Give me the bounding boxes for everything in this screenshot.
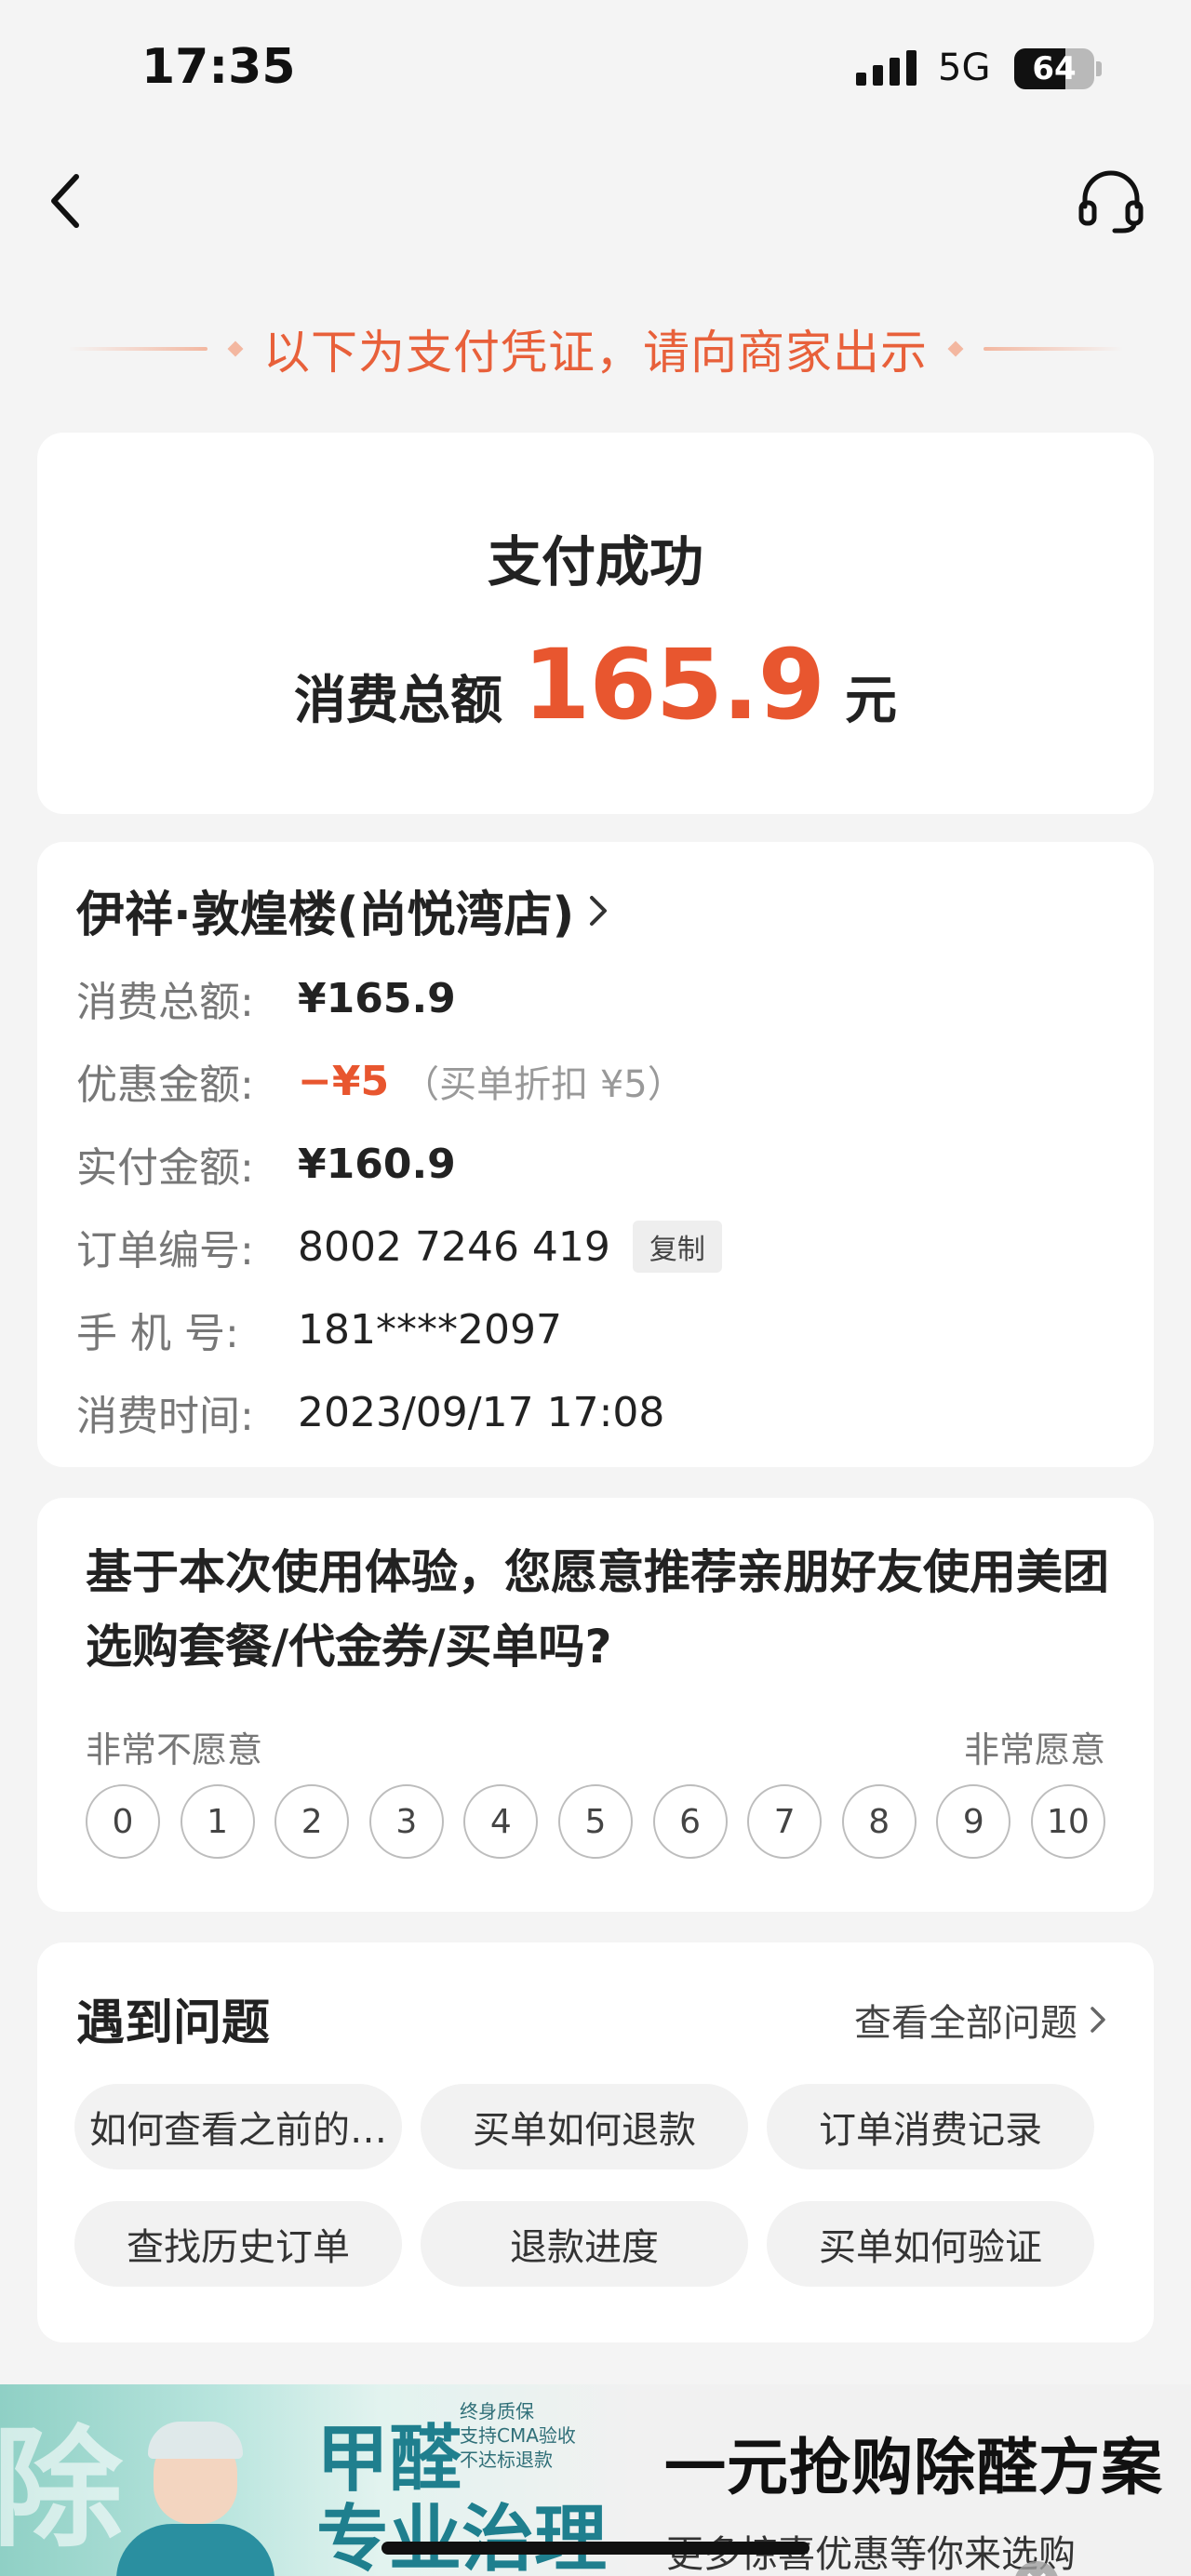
discount-note: （买单折扣 ¥5） [402,1063,685,1106]
headset-icon [1078,170,1144,234]
ad-background-character: 除 [0,2414,124,2566]
banner-diamond-left [227,340,244,357]
ad-person-illustration [116,2422,274,2576]
nps-high-label: 非常愿意 [963,1729,1105,1770]
shop-name-link[interactable]: 伊祥·敦煌楼(尚悦湾店) [76,875,609,945]
faq-card: 遇到问题 查看全部问题 如何查看之前的… 买单如何退款 订单消费记录 查找历史订… [37,1942,1154,2342]
status-time: 17:35 [141,39,296,95]
order-number: 8002 7246 419 [298,1222,610,1271]
nps-option[interactable]: 3 [368,1784,444,1859]
faq-chip[interactable]: 如何查看之前的… [74,2084,402,2169]
view-all-questions-link[interactable]: 查看全部问题 [854,1993,1107,2047]
info-row-paid: 实付金额: ¥160.9 [76,1134,456,1194]
voucher-banner: 以下为支付凭证，请向商家出示 [0,312,1191,386]
info-row-discount: 优惠金额: −¥5 （买单折扣 ¥5） [76,1051,685,1111]
view-all-label: 查看全部问题 [854,2002,1077,2045]
battery-icon: 64 [1014,48,1094,89]
nps-option[interactable]: 1 [180,1784,255,1859]
nps-option[interactable]: 10 [1030,1784,1105,1859]
nps-option[interactable]: 2 [274,1784,350,1859]
customer-service-button[interactable] [1076,166,1146,236]
back-button[interactable] [47,167,102,234]
faq-chip[interactable]: 买单如何验证 [767,2201,1094,2287]
nps-option[interactable]: 6 [652,1784,728,1859]
chevron-left-icon [51,174,79,228]
network-label: 5G [938,47,991,89]
copy-button[interactable]: 复制 [632,1221,722,1273]
info-row-order-number: 订单编号: 8002 7246 419 复制 [76,1217,722,1276]
faq-chip[interactable]: 买单如何退款 [421,2084,748,2169]
total-amount-unit: 元 [844,671,897,731]
nps-question: 基于本次使用体验，您愿意推荐亲朋好友使用美团选购套餐/代金券/买单吗? [86,1545,1109,1674]
payment-status-title: 支付成功 [487,530,703,594]
info-row-total: 消费总额: ¥165.9 [76,968,456,1028]
info-value: ¥160.9 [298,1140,456,1188]
total-amount-label: 消费总额 [294,671,503,731]
status-bar: 17:35 5G 64 [0,0,1191,140]
info-label: 订单编号: [76,1227,254,1275]
faq-title: 遇到问题 [76,1995,271,2051]
nps-survey-card: 基于本次使用体验，您愿意推荐亲朋好友使用美团选购套餐/代金券/买单吗? 非常不愿… [37,1498,1154,1912]
battery-level: 64 [1032,50,1077,87]
total-amount-row: 消费总额 165.9 元 [37,628,1154,741]
nps-option[interactable]: 0 [86,1784,160,1859]
chevron-right-icon [590,895,608,926]
shop-name: 伊祥·敦煌楼(尚悦湾店) [76,888,575,943]
info-row-phone: 手 机 号: 181****2097 [76,1300,562,1359]
order-detail-card: 伊祥·敦煌楼(尚悦湾店) 消费总额: ¥165.9 优惠金额: −¥5 （买单折… [37,842,1154,1467]
total-amount-value: 165.9 [523,628,825,741]
ad-headline: 一元抢购除醛方案 [664,2432,1163,2503]
nps-option[interactable]: 7 [747,1784,823,1859]
banner-text: 以下为支付凭证，请向商家出示 [263,326,928,380]
nps-option[interactable]: 8 [841,1784,917,1859]
nps-option[interactable]: 4 [463,1784,539,1859]
banner-divider-left [68,347,207,351]
payment-success-card: 支付成功 消费总额 165.9 元 [37,433,1154,814]
info-label: 消费时间: [76,1393,254,1440]
nps-low-label: 非常不愿意 [86,1729,263,1770]
banner-diamond-right [947,340,964,357]
home-indicator [381,2542,810,2555]
battery-cap [1096,61,1102,76]
nps-option[interactable]: 9 [936,1784,1011,1859]
info-value: ¥165.9 [298,974,456,1022]
nps-option[interactable]: 5 [557,1784,633,1859]
consume-time: 2023/09/17 17:08 [298,1388,665,1436]
faq-chip[interactable]: 退款进度 [421,2201,748,2287]
faq-chip[interactable]: 查找历史订单 [74,2201,402,2287]
chevron-right-icon [1091,2007,1105,2033]
info-label: 手 机 号: [76,1310,239,1357]
ad-small-text: 终身质保 支持CMA验收 不达标退款 [460,2400,576,2471]
faq-chip-grid: 如何查看之前的… 买单如何退款 订单消费记录 查找历史订单 退款进度 买单如何验… [74,2084,1135,2287]
banner-divider-right [984,347,1123,351]
signal-icon [856,48,917,86]
info-label: 消费总额: [76,979,254,1026]
info-row-time: 消费时间: 2023/09/17 17:08 [76,1382,664,1442]
info-label: 实付金额: [76,1144,254,1192]
nps-scale: 0 1 2 3 4 5 6 7 8 9 10 [86,1784,1105,1859]
info-label: 优惠金额: [76,1061,254,1109]
discount-value: −¥5 [298,1057,390,1105]
ad-main-line2: 专业治理 [316,2498,608,2576]
faq-chip[interactable]: 订单消费记录 [767,2084,1094,2169]
phone-number: 181****2097 [298,1305,562,1354]
